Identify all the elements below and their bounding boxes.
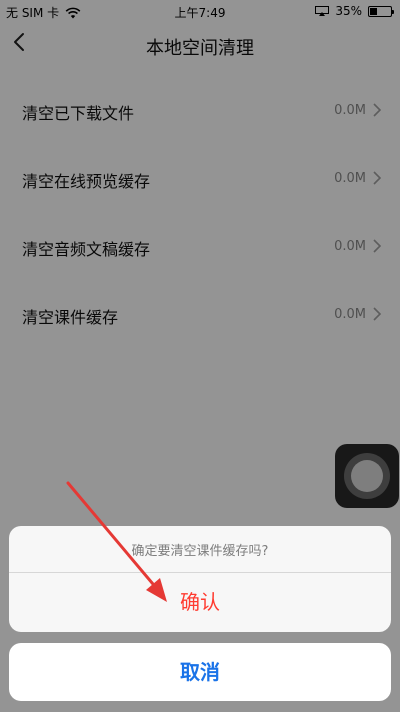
sheet-message: 确定要清空课件缓存吗? [131,544,269,559]
confirm-button[interactable]: 确认 [9,573,391,632]
action-sheet: 确定要清空课件缓存吗? 确认 [9,526,391,632]
watermark: Baidu 经验 [277,664,366,683]
